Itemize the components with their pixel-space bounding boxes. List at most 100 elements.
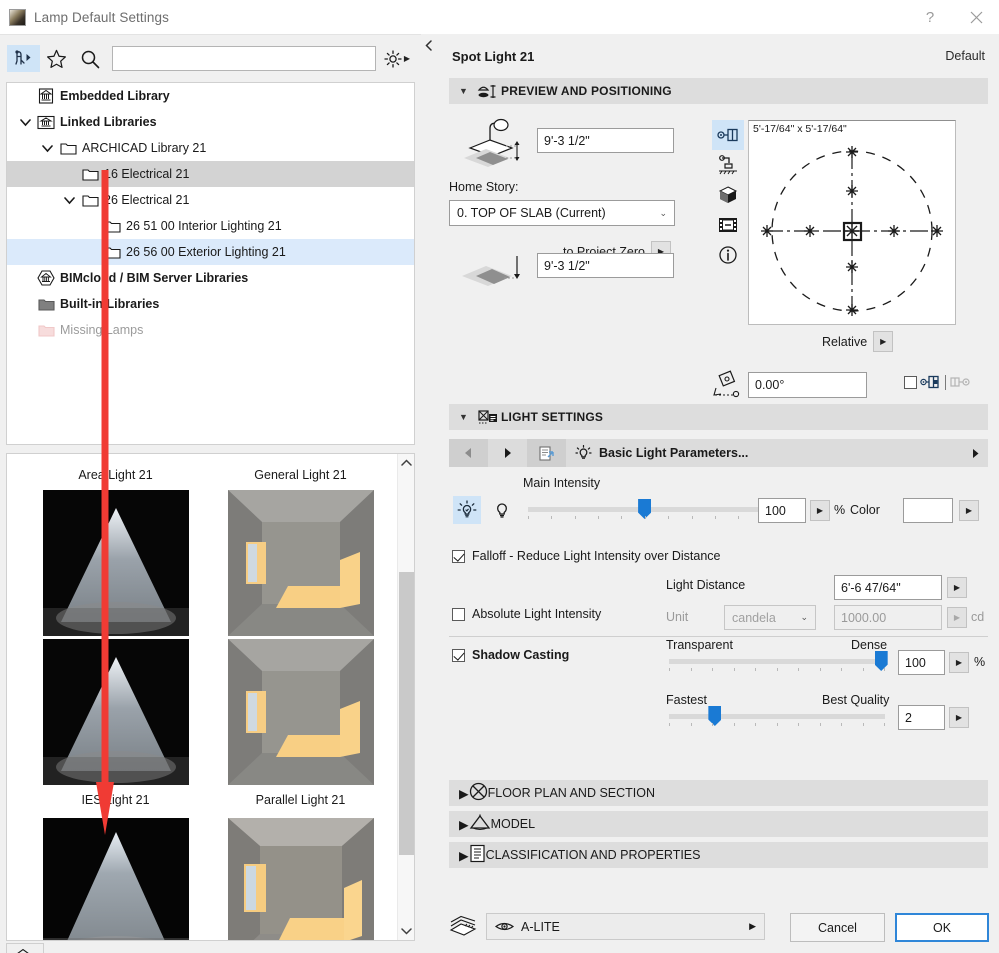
thumbnail-image[interactable] — [227, 639, 374, 785]
unit-select[interactable]: candela ⌄ — [724, 605, 816, 630]
project-zero-field[interactable]: 9'-3 1/2" — [537, 253, 674, 278]
shadow-quality-stepper[interactable]: ▶ — [949, 707, 969, 728]
thumbnail-item[interactable]: Area Light 21 — [23, 460, 208, 636]
thumbnail-image[interactable] — [227, 818, 374, 940]
absolute-intensity-checkbox-row[interactable]: Absolute Light Intensity — [452, 607, 601, 621]
favorite-label[interactable]: Default — [945, 49, 985, 63]
relative-row[interactable]: Relative ▶ — [822, 331, 894, 352]
2d-symbol-icon[interactable] — [712, 120, 744, 150]
light-on-button[interactable] — [453, 496, 481, 524]
library-search-field[interactable] — [112, 46, 376, 71]
scrollbar-thumb[interactable] — [399, 572, 414, 855]
tree-twisty[interactable] — [37, 144, 57, 153]
thumbnail-image[interactable] — [42, 490, 189, 636]
shadow-quality-slider[interactable] — [669, 706, 885, 726]
shadow-density-field[interactable]: 100 — [898, 650, 945, 675]
search-input[interactable] — [113, 47, 375, 70]
shadow-casting-checkbox-row[interactable]: Shadow Casting — [452, 648, 569, 662]
thumbnail-item[interactable]: Spot Light 21 — [23, 818, 208, 940]
browse-objects-button[interactable] — [7, 45, 40, 72]
absolute-intensity-checkbox[interactable] — [452, 607, 465, 621]
layer-expand-icon[interactable]: ▶ — [749, 921, 756, 932]
shadow-density-slider[interactable] — [669, 651, 888, 671]
slab-arrow-icon — [460, 254, 536, 291]
shadow-density-stepper[interactable]: ▶ — [949, 652, 969, 673]
slider-track[interactable] — [669, 651, 888, 671]
scroll-up-button[interactable] — [398, 454, 415, 472]
tree-item[interactable]: Linked Libraries — [7, 109, 414, 135]
layer-selector[interactable]: A-LITE ▶ — [486, 913, 765, 940]
filmstrip-icon[interactable] — [712, 210, 744, 240]
tree-item[interactable]: Embedded Library — [7, 83, 414, 109]
library-settings-button[interactable]: ▶ — [379, 45, 414, 72]
home-story-select[interactable]: 0. TOP OF SLAB (Current) ⌄ — [449, 200, 675, 226]
collapsed-section-bar[interactable]: ▶ MODEL — [449, 811, 988, 837]
thumbnail-item[interactable]: General Light 21 — [208, 460, 393, 636]
collapsed-section-bar[interactable]: ▶ CLASSIFICATION AND PROPERTIES — [449, 842, 988, 868]
tree-twisty[interactable] — [59, 196, 79, 205]
candela-stepper[interactable]: ▶ — [947, 607, 967, 628]
color-swatch[interactable] — [903, 498, 953, 523]
candela-field[interactable]: 1000.00 — [834, 605, 942, 630]
main-intensity-stepper[interactable]: ▶ — [810, 500, 830, 521]
collapse-panel-button[interactable] — [425, 40, 433, 53]
tree-item[interactable]: BIMcloud / BIM Server Libraries — [7, 265, 414, 291]
param-set-selector[interactable]: Basic Light Parameters... — [566, 445, 962, 461]
collapsed-section-bar[interactable]: ▶ FLOOR PLAN AND SECTION — [449, 780, 988, 806]
color-picker-button[interactable]: ▶ — [959, 500, 979, 521]
thumbnail-image[interactable] — [227, 490, 374, 636]
scroll-down-button[interactable] — [398, 922, 415, 940]
layers-icon[interactable] — [449, 915, 477, 940]
preview-canvas[interactable]: 5'-17/64" x 5'-17/64" — [748, 120, 956, 325]
anchor-point-icon[interactable] — [920, 374, 942, 390]
tree-item[interactable]: 26 Electrical 21 — [7, 187, 414, 213]
tree-item[interactable]: 26 56 00 Exterior Lighting 21 — [7, 239, 414, 265]
shadow-casting-checkbox[interactable] — [452, 648, 465, 662]
search-button[interactable] — [73, 45, 106, 72]
favorites-button[interactable] — [40, 45, 73, 72]
close-button[interactable] — [953, 0, 999, 34]
thumbnail-item[interactable]: IES Light 21 — [23, 639, 208, 815]
thumbnail-scrollbar[interactable] — [397, 454, 414, 940]
library-tree[interactable]: Embedded Library Linked Libraries ARCHIC… — [6, 82, 415, 445]
light-off-button[interactable] — [488, 496, 516, 524]
section-light-settings[interactable]: ▼ LIGHT SETTINGS — [449, 404, 988, 430]
info-icon[interactable] — [712, 240, 744, 270]
help-button[interactable]: ? — [907, 0, 953, 34]
section-preview-positioning[interactable]: ▼ PREVIEW AND POSITIONING — [449, 78, 988, 104]
slider-track[interactable] — [669, 706, 885, 726]
main-intensity-field[interactable]: 100 — [758, 498, 806, 523]
main-intensity-slider[interactable] — [528, 499, 786, 519]
tree-twisty[interactable] — [15, 118, 35, 127]
rotation-angle-field[interactable]: 0.00° — [748, 372, 867, 398]
tree-item[interactable]: 26 51 00 Interior Lighting 21 — [7, 213, 414, 239]
slider-track[interactable] — [528, 499, 786, 519]
prev-param-button[interactable] — [449, 439, 488, 467]
falloff-checkbox-row[interactable]: Falloff - Reduce Light Intensity over Di… — [452, 549, 721, 563]
elevation-to-story-field[interactable]: 9'-3 1/2" — [537, 128, 674, 153]
thumbnail-item[interactable]: Parallel Light 21 — [208, 639, 393, 815]
param-expand-button[interactable] — [962, 448, 988, 459]
light-distance-field[interactable]: 6'-6 47/64" — [834, 575, 942, 600]
thumbnail-image[interactable] — [42, 818, 189, 940]
elevation-view-icon[interactable] — [712, 150, 744, 180]
thumbnail-image[interactable] — [42, 639, 189, 785]
thumbnail-item[interactable]: Sun Object 21 — [208, 818, 393, 940]
param-page-button[interactable] — [527, 439, 566, 467]
ok-button[interactable]: OK — [895, 913, 989, 942]
relative-expand-button[interactable]: ▶ — [873, 331, 894, 352]
falloff-checkbox[interactable] — [452, 549, 465, 563]
light-distance-stepper[interactable]: ▶ — [947, 577, 967, 598]
anchor-point-alt-icon[interactable] — [949, 374, 973, 390]
panel-splitter[interactable] — [422, 34, 438, 953]
cancel-button[interactable]: Cancel — [790, 913, 885, 942]
mirror-checkbox[interactable] — [904, 375, 917, 389]
tree-item[interactable]: ARCHICAD Library 21 — [7, 135, 414, 161]
tree-item[interactable]: 16 Electrical 21 — [7, 161, 414, 187]
library-manager-button[interactable] — [6, 943, 44, 953]
shadow-quality-field[interactable]: 2 — [898, 705, 945, 730]
tree-item[interactable]: Built-in Libraries — [7, 291, 414, 317]
next-param-button[interactable] — [488, 439, 527, 467]
tree-item[interactable]: Missing Lamps — [7, 317, 414, 343]
3d-view-icon[interactable] — [712, 180, 744, 210]
